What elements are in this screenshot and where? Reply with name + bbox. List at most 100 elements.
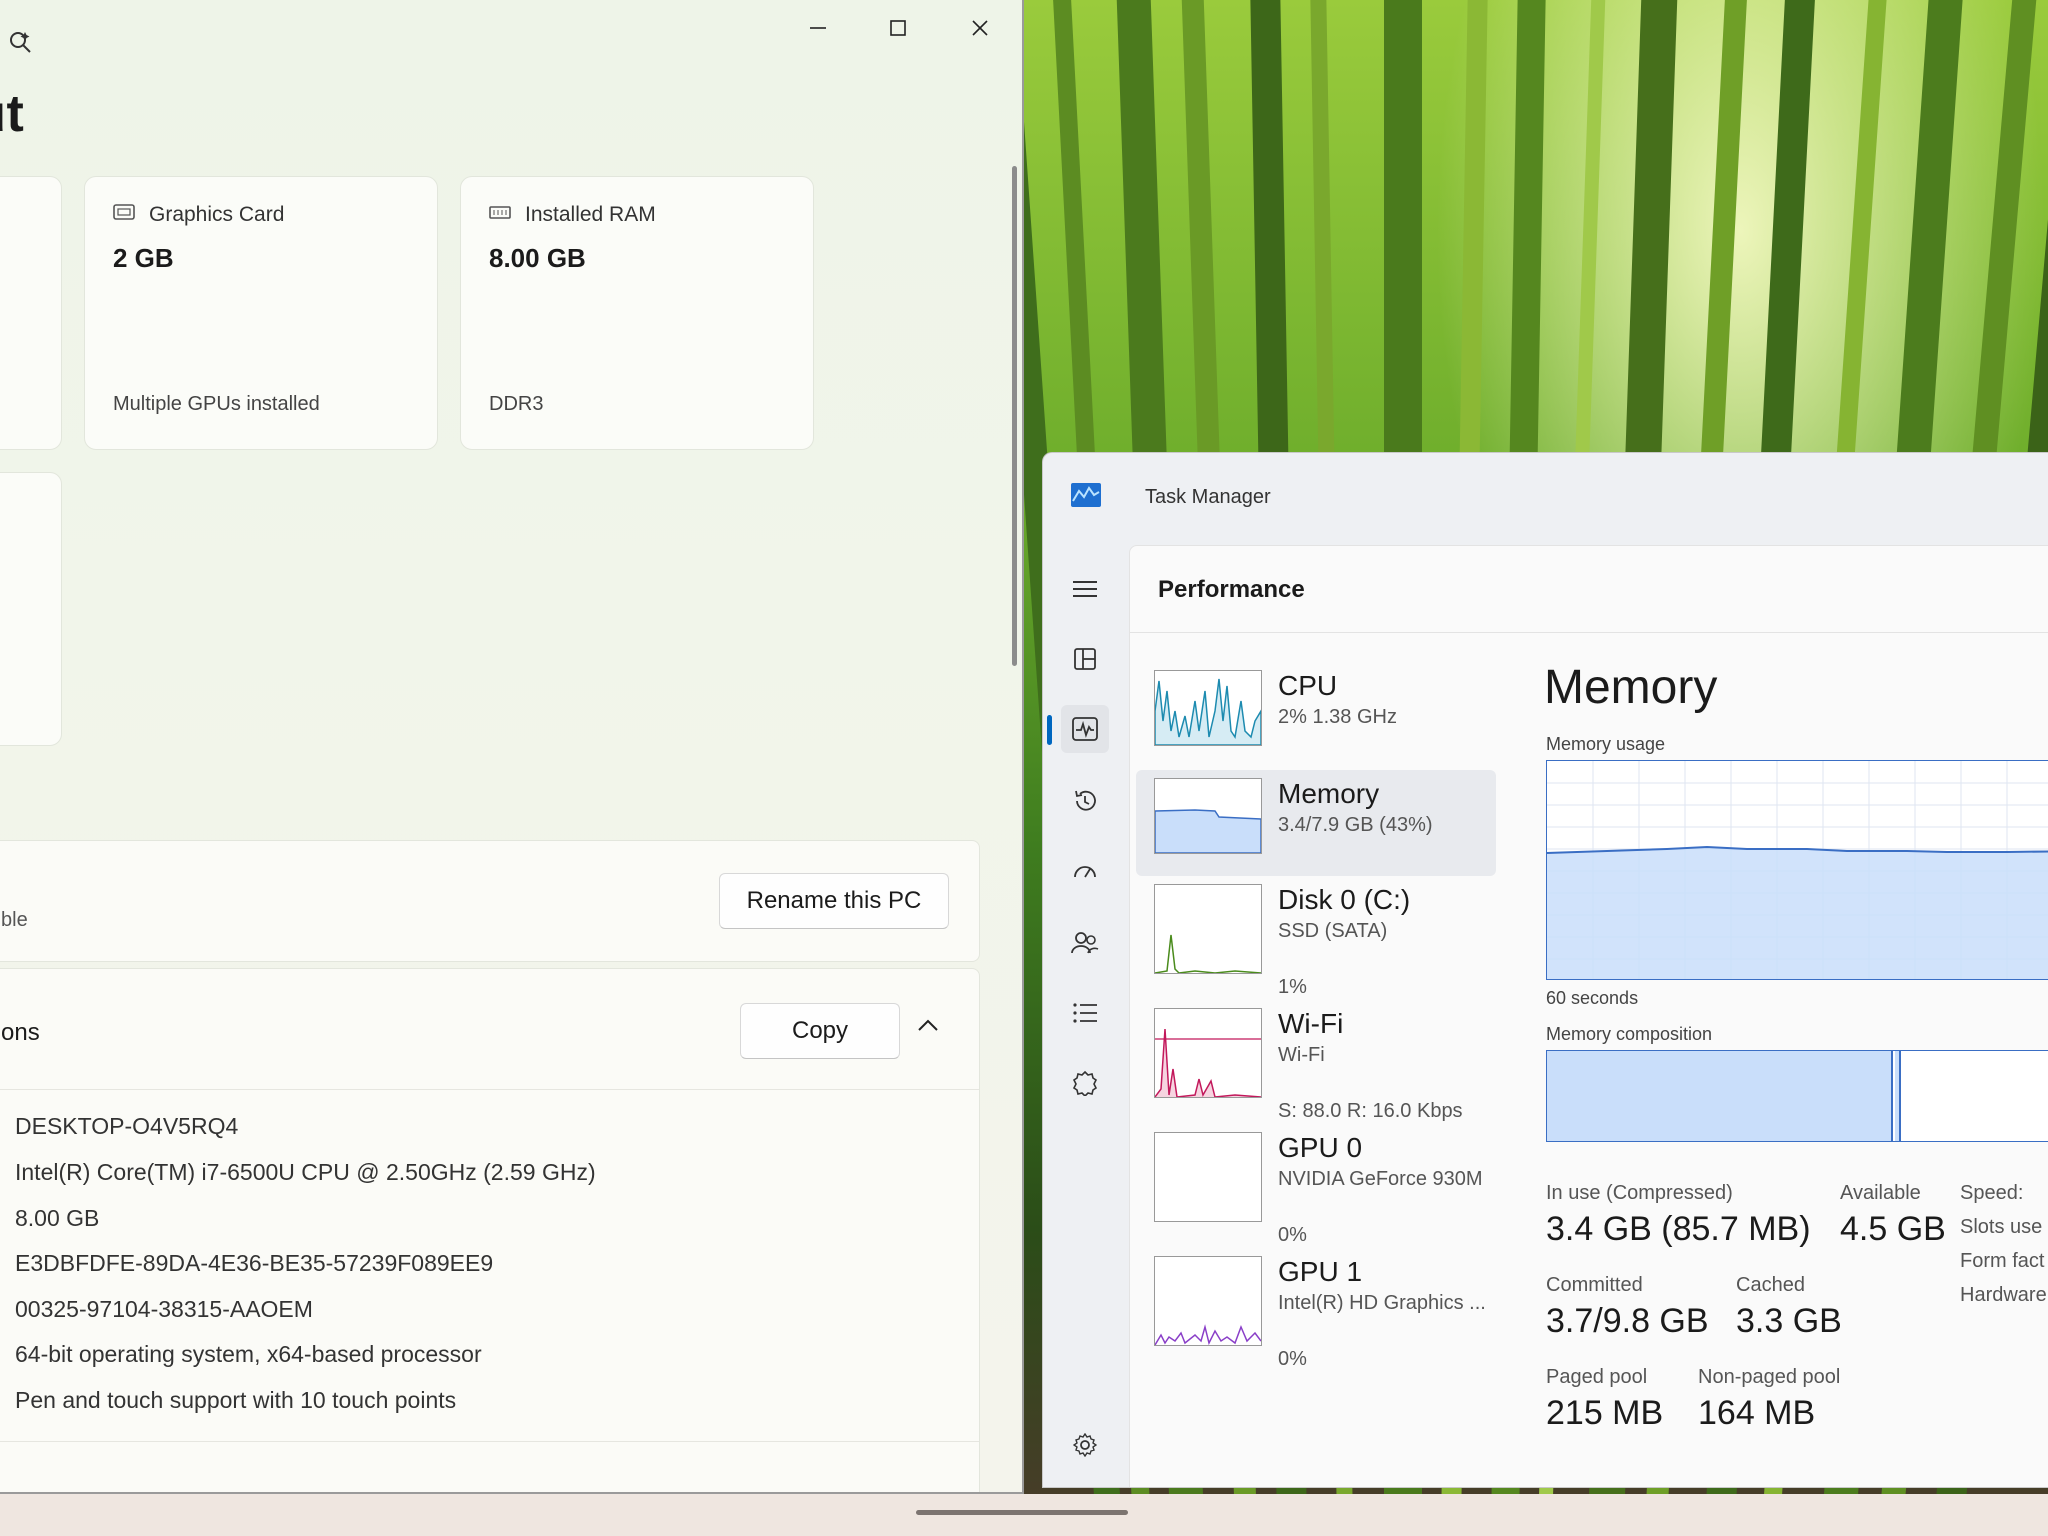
app-history-icon[interactable]	[1061, 777, 1109, 825]
card-subtext: Multiple GPUs installed	[113, 393, 320, 415]
spec-device-id: E3DBFDFE-89DA-4E36-BE35-57239F089EE9	[15, 1250, 494, 1276]
available-value: 4.5 GB	[1840, 1210, 1946, 1248]
modified-segment	[1895, 1051, 1901, 1141]
available-label: Available	[1840, 1182, 1921, 1204]
rename-panel: ble Rename this PC	[0, 840, 980, 962]
committed-label: Committed	[1546, 1274, 1643, 1296]
perf-item-detail: 2% 1.38 GHz	[1278, 706, 1397, 728]
perf-item-name: Memory	[1278, 778, 1380, 809]
slots-used-label: Slots use	[1960, 1216, 2043, 1238]
speed-label: Speed:	[1960, 1182, 2024, 1204]
spec-card-partial-2	[0, 472, 62, 746]
settings-window: out Graphics Card 2 GB Multiple GPUs ins…	[0, 0, 1024, 1494]
search-icon[interactable]	[8, 28, 34, 59]
in-use-label: In use (Compressed)	[1546, 1182, 1733, 1204]
hardware-reserved-label: Hardware	[1960, 1284, 2047, 1306]
wifi-mini-graph	[1154, 1008, 1262, 1098]
ram-icon	[489, 203, 511, 227]
spec-system-type: 64-bit operating system, x64-based proce…	[15, 1341, 482, 1367]
memory-composition-bar	[1546, 1050, 2048, 1142]
committed-value: 3.7/9.8 GB	[1546, 1302, 1709, 1340]
gpu1-mini-graph	[1154, 1256, 1262, 1346]
detail-title: Memory	[1544, 661, 1718, 714]
spec-processor: Intel(R) Core(TM) i7-6500U CPU @ 2.50GHz…	[15, 1159, 596, 1185]
task-manager-logo-icon	[1071, 483, 1101, 512]
perf-item-gpu1[interactable]: GPU 1 Intel(R) HD Graphics ... 0%	[1136, 1248, 1496, 1370]
form-factor-label: Form fact	[1960, 1250, 2045, 1272]
non-paged-pool-value: 164 MB	[1698, 1394, 1816, 1432]
settings-gear-icon[interactable]	[1061, 1421, 1109, 1469]
perf-item-detail: NVIDIA GeForce 930M	[1278, 1168, 1483, 1190]
specs-title: ons	[1, 1019, 40, 1046]
usage-graph-label: Memory usage	[1546, 734, 1666, 754]
users-icon[interactable]	[1061, 919, 1109, 967]
paged-pool-label: Paged pool	[1546, 1366, 1648, 1388]
spec-product-id: 00325-97104-38315-AAOEM	[15, 1296, 313, 1322]
spec-device-name: DESKTOP-O4V5RQ4	[15, 1113, 239, 1139]
copy-button[interactable]: Copy	[740, 1003, 900, 1059]
perf-item-usage: 0%	[1278, 1224, 1307, 1246]
in-use-segment	[1547, 1051, 1893, 1141]
divider	[0, 1089, 979, 1090]
device-specs-panel: ons Copy DESKTOP-O4V5RQ4 Intel(R) Core(T…	[0, 968, 980, 1492]
window-title: Task Manager	[1145, 486, 1271, 508]
rename-desc: ble	[1, 909, 28, 931]
rename-pc-button[interactable]: Rename this PC	[719, 873, 949, 929]
nav-selection-indicator	[1047, 715, 1052, 745]
graphics-card-card: Graphics Card 2 GB Multiple GPUs install…	[84, 176, 438, 450]
processes-icon[interactable]	[1061, 635, 1109, 683]
memory-usage-graph	[1546, 760, 2048, 980]
performance-icon[interactable]	[1061, 705, 1109, 753]
taskbar	[0, 1494, 2048, 1536]
section-title: Performance	[1158, 576, 1305, 603]
startup-apps-icon[interactable]	[1061, 847, 1109, 895]
perf-item-usage: S: 88.0 R: 16.0 Kbps	[1278, 1100, 1463, 1122]
card-heading: Graphics Card	[149, 203, 285, 226]
details-icon[interactable]	[1061, 989, 1109, 1037]
services-icon[interactable]	[1061, 1059, 1109, 1107]
perf-item-name: CPU	[1278, 670, 1338, 701]
perf-item-wifi[interactable]: Wi-Fi Wi-Fi S: 88.0 R: 16.0 Kbps	[1136, 1000, 1496, 1122]
taskbar-handle[interactable]	[916, 1510, 1128, 1515]
card-subtext: DDR3	[489, 393, 544, 415]
disk-mini-graph	[1154, 884, 1262, 974]
cached-label: Cached	[1736, 1274, 1805, 1296]
card-value: 8.00 GB	[489, 243, 586, 273]
close-button[interactable]	[950, 8, 1010, 48]
spec-ram: 8.00 GB	[15, 1205, 100, 1231]
divider	[1130, 632, 2048, 633]
gpu0-mini-graph	[1154, 1132, 1262, 1222]
paged-pool-value: 215 MB	[1546, 1394, 1664, 1432]
performance-page: Performance CPU 2% 1.38 GHz Memory 3.4/7…	[1129, 545, 2048, 1487]
card-heading: Installed RAM	[525, 203, 656, 226]
non-paged-pool-label: Non-paged pool	[1698, 1366, 1841, 1388]
minimize-button[interactable]	[788, 8, 848, 48]
perf-item-name: Disk 0 (C:)	[1278, 884, 1411, 915]
gpu-icon	[113, 203, 135, 227]
task-manager-window: Task Manager Performance CPU 2% 1.38 GHz…	[1042, 452, 2048, 1488]
card-value: 2 GB	[113, 243, 174, 273]
perf-item-disk[interactable]: Disk 0 (C:) SSD (SATA) 1%	[1136, 876, 1496, 998]
perf-item-name: GPU 0	[1278, 1132, 1363, 1163]
page-title: out	[0, 85, 25, 143]
chevron-up-icon[interactable]	[917, 1017, 939, 1038]
perf-item-usage: 1%	[1278, 976, 1307, 998]
time-span-label: 60 seconds	[1546, 988, 1639, 1008]
hamburger-menu-icon[interactable]	[1061, 565, 1109, 613]
spec-card-partial	[0, 176, 62, 450]
perf-item-memory[interactable]: Memory 3.4/7.9 GB (43%)	[1136, 770, 1496, 876]
cpu-mini-graph	[1154, 670, 1262, 746]
perf-item-usage: 0%	[1278, 1348, 1307, 1370]
spec-pen-touch: Pen and touch support with 10 touch poin…	[15, 1387, 457, 1413]
perf-item-gpu0[interactable]: GPU 0 NVIDIA GeForce 930M 0%	[1136, 1124, 1496, 1246]
perf-item-cpu[interactable]: CPU 2% 1.38 GHz	[1136, 662, 1496, 768]
cached-value: 3.3 GB	[1736, 1302, 1842, 1340]
perf-item-name: Wi-Fi	[1278, 1008, 1344, 1039]
in-use-value: 3.4 GB (85.7 MB)	[1546, 1210, 1811, 1248]
scrollbar[interactable]	[1012, 166, 1017, 666]
installed-ram-card: Installed RAM 8.00 GB DDR3	[460, 176, 814, 450]
divider	[0, 1441, 979, 1442]
perf-item-detail: Wi-Fi	[1278, 1044, 1325, 1066]
maximize-button[interactable]	[868, 8, 928, 48]
perf-item-detail: 3.4/7.9 GB (43%)	[1278, 814, 1433, 836]
